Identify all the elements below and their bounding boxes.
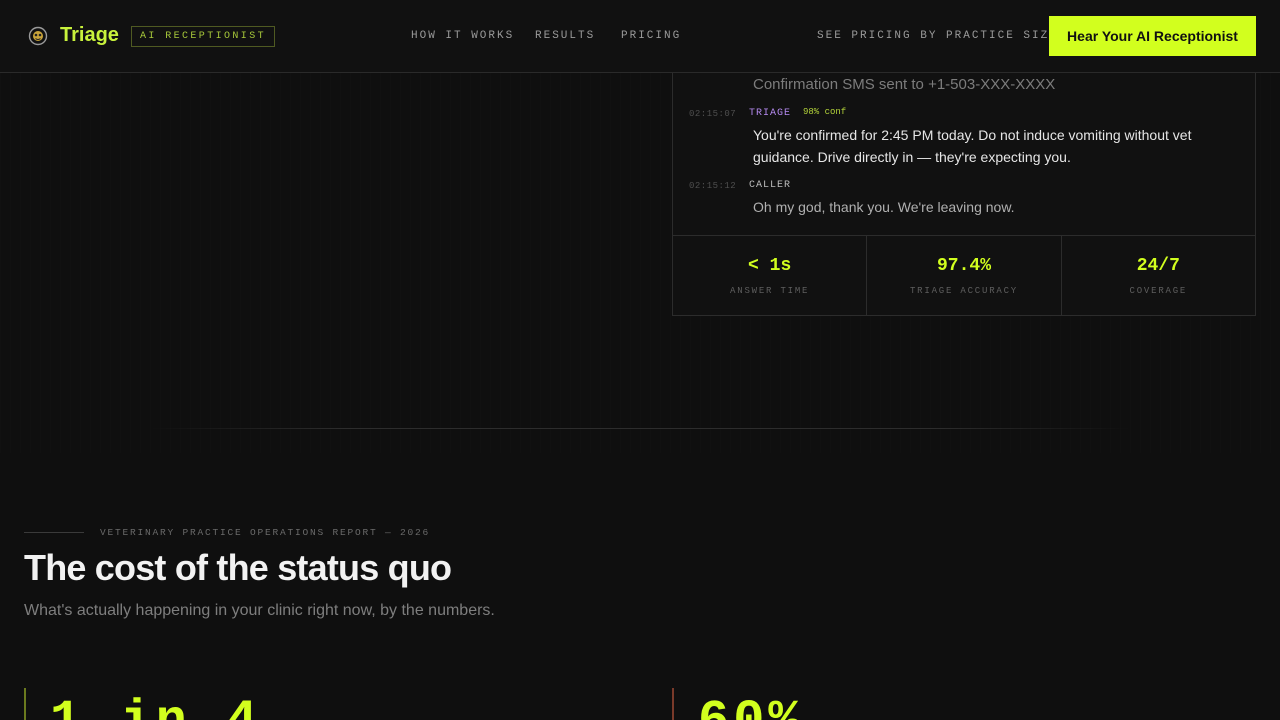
message-timestamp: 02:15:07 bbox=[689, 109, 737, 119]
nav-link-how-it-works[interactable]: HOW IT WORKS bbox=[411, 30, 514, 42]
stat-value: 24/7 bbox=[1136, 256, 1180, 276]
big-stat-value: 1 in 4 bbox=[50, 692, 261, 720]
section-divider bbox=[150, 428, 1130, 429]
report-eyebrow: VETERINARY PRACTICE OPERATIONS REPORT — … bbox=[100, 527, 431, 538]
brand-tag: AI RECEPTIONIST bbox=[131, 26, 276, 47]
caller-message-text: Oh my god, thank you. We're leaving now. bbox=[753, 199, 1015, 215]
big-stat-card: 60% bbox=[672, 688, 1256, 720]
stat-accent-bar bbox=[24, 688, 26, 720]
stat-label: TRIAGE ACCURACY bbox=[909, 286, 1018, 296]
stat-accent-bar bbox=[672, 688, 674, 720]
stat-answer-time: < 1s ANSWER TIME bbox=[673, 236, 868, 315]
hear-receptionist-button[interactable]: Hear Your AI Receptionist bbox=[1049, 16, 1256, 56]
stat-label: ANSWER TIME bbox=[730, 286, 810, 296]
eyebrow-rule bbox=[24, 532, 84, 533]
section-subtitle: What's actually happening in your clinic… bbox=[24, 602, 495, 619]
speaker-label-caller: CALLER bbox=[749, 180, 792, 191]
top-nav: Triage AI RECEPTIONIST HOW IT WORKS RESU… bbox=[0, 0, 1280, 73]
message-timestamp: 02:15:12 bbox=[689, 181, 737, 191]
brand-name[interactable]: Triage bbox=[60, 24, 119, 47]
nav-link-pricing[interactable]: PRICING bbox=[621, 30, 681, 42]
stat-triage-accuracy: 97.4% TRIAGE ACCURACY bbox=[867, 236, 1062, 315]
transcript-stats: < 1s ANSWER TIME 97.4% TRIAGE ACCURACY 2… bbox=[673, 235, 1255, 315]
triage-message-text: You're confirmed for 2:45 PM today. Do n… bbox=[753, 127, 1192, 165]
transcript-faded-message: Confirmation SMS sent to +1-503-XXX-XXXX bbox=[753, 76, 1056, 93]
call-transcript-panel: Confirmation SMS sent to +1-503-XXX-XXXX… bbox=[672, 72, 1256, 316]
stat-coverage: 24/7 COVERAGE bbox=[1062, 236, 1255, 315]
big-stat-value: 60% bbox=[698, 692, 804, 720]
big-stat-card: 1 in 4 bbox=[24, 688, 644, 720]
confidence-badge: 98% conf bbox=[803, 107, 847, 117]
stat-value: < 1s bbox=[748, 256, 792, 276]
stat-value: 97.4% bbox=[936, 256, 991, 276]
speaker-label-triage: TRIAGE bbox=[749, 108, 792, 119]
logo-icon[interactable] bbox=[28, 26, 48, 46]
nav-link-pricing-by-size[interactable]: SEE PRICING BY PRACTICE SIZE bbox=[817, 30, 1058, 42]
nav-link-results[interactable]: RESULTS bbox=[535, 30, 595, 42]
section-title: The cost of the status quo bbox=[24, 547, 452, 588]
stat-label: COVERAGE bbox=[1129, 286, 1188, 296]
